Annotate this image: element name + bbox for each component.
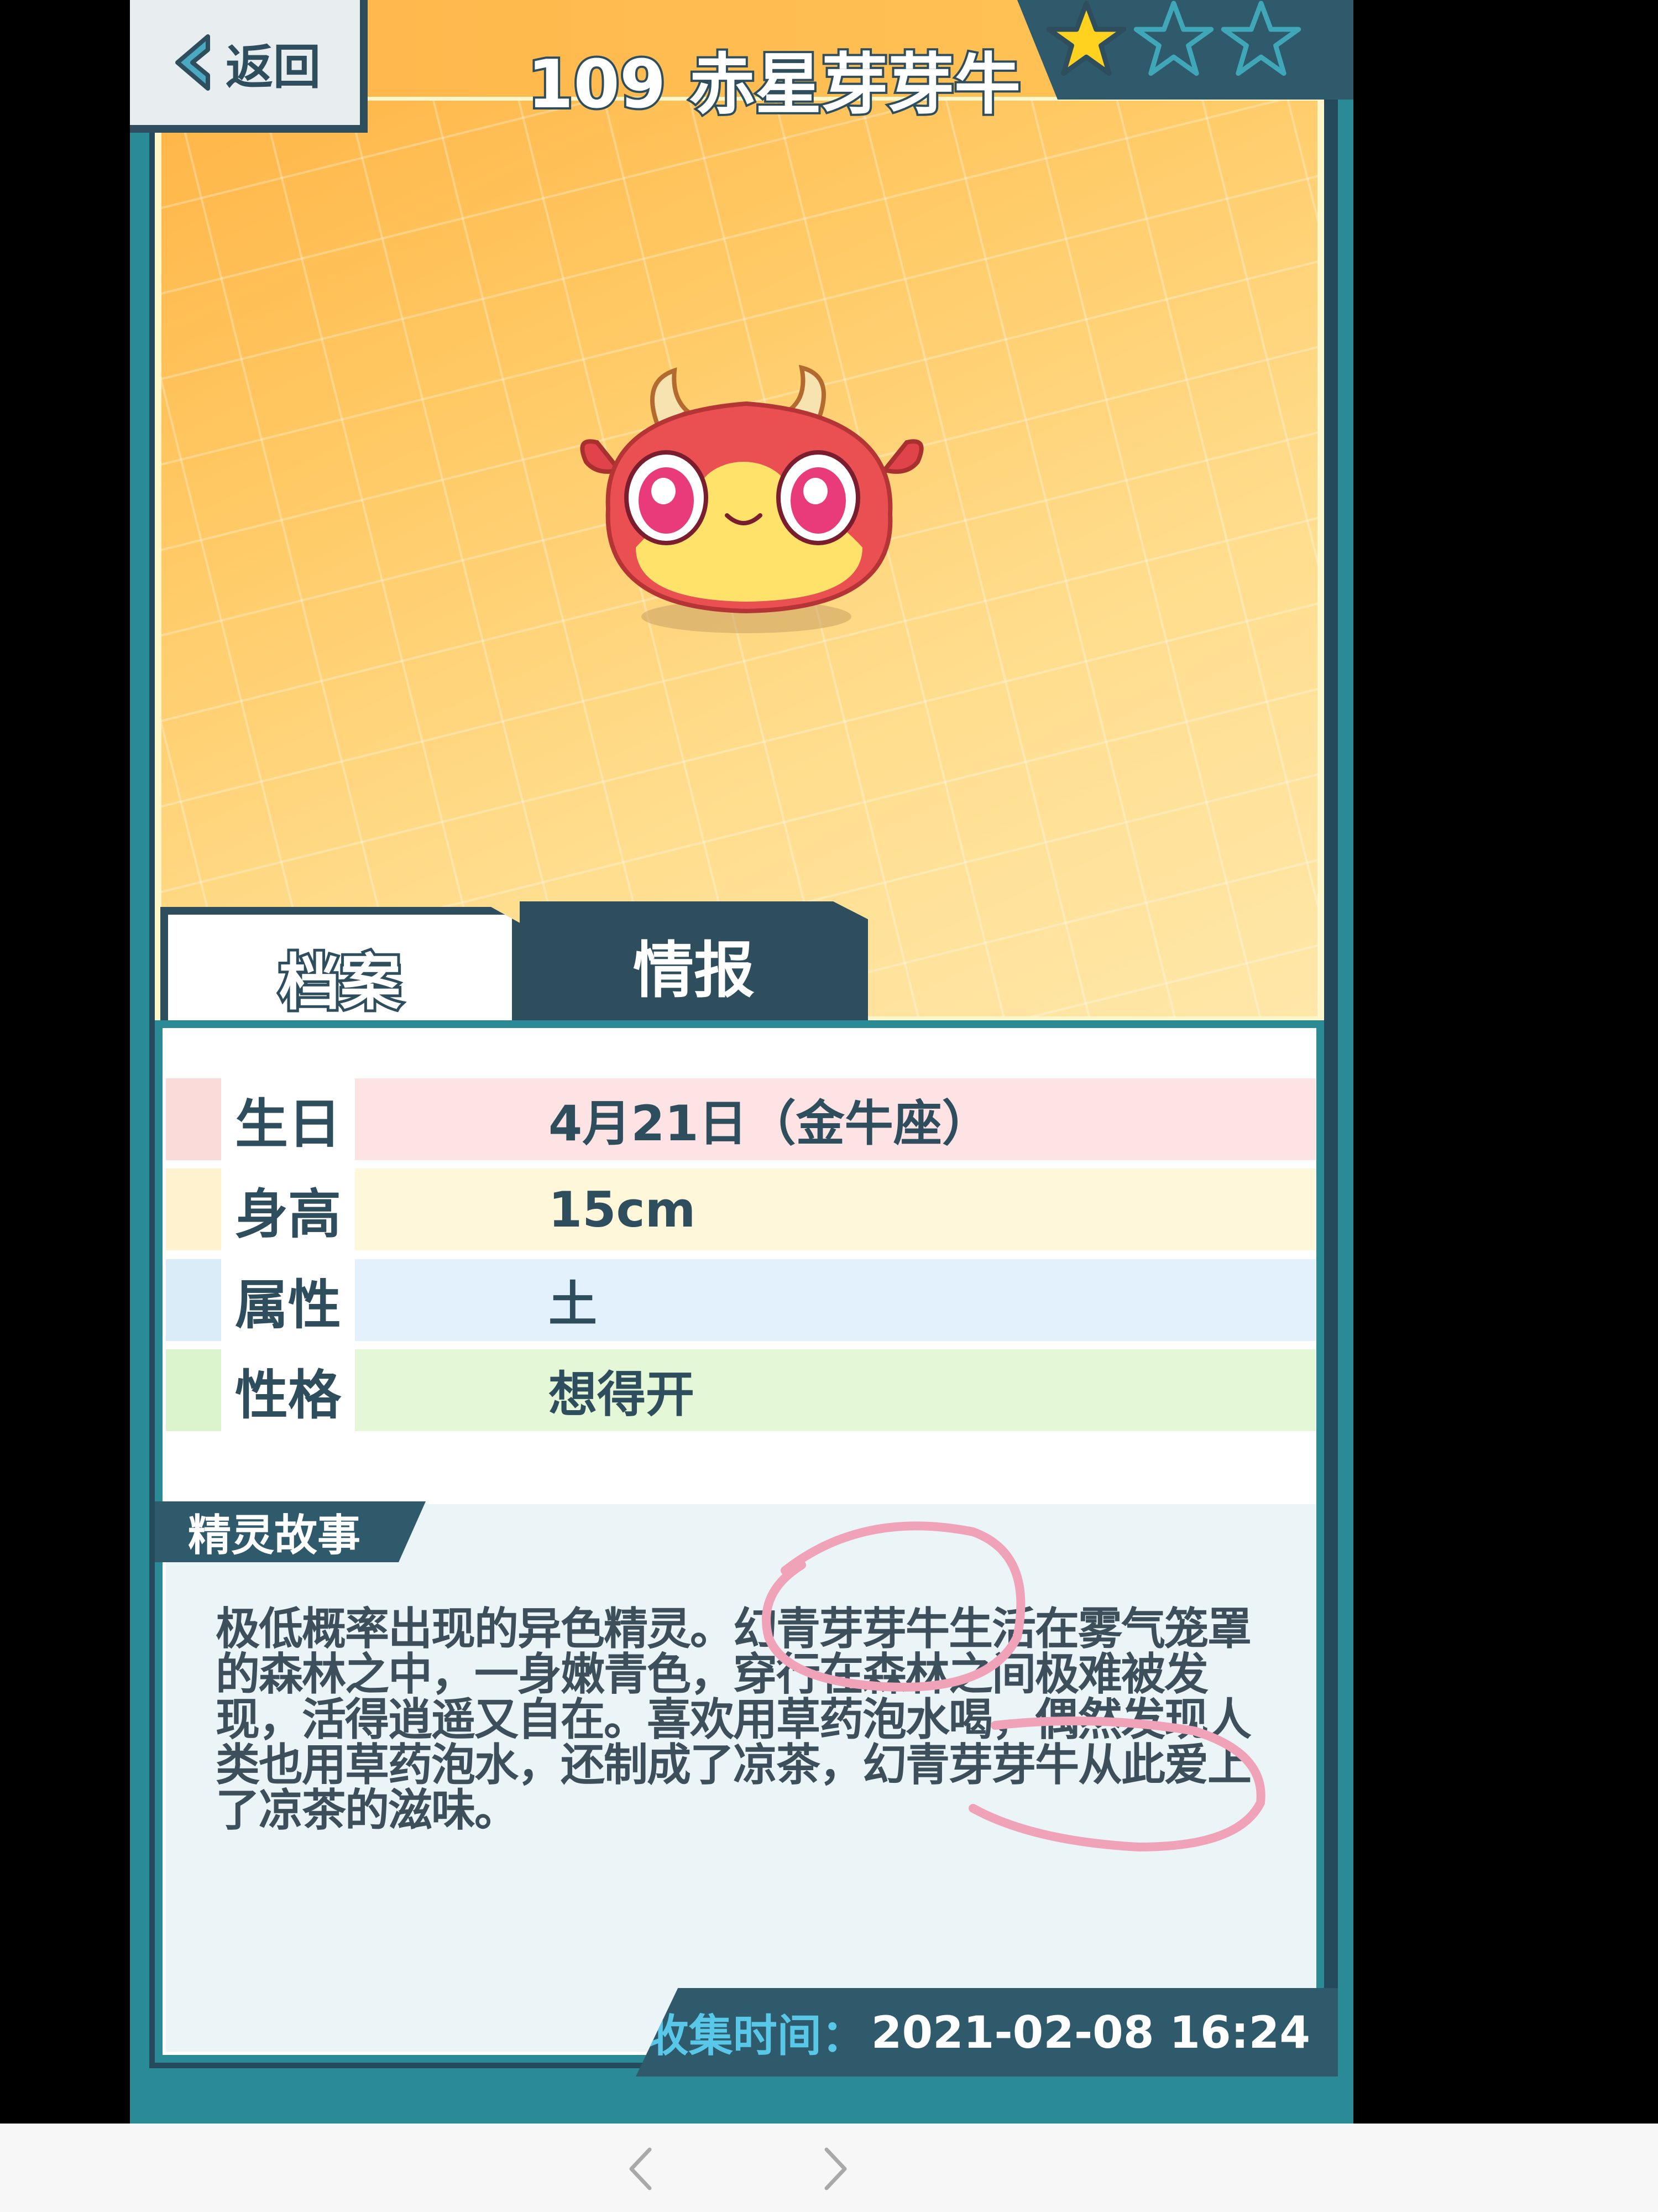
back-button[interactable]: 返回	[130, 0, 368, 133]
row-value: 4月21日（金牛座）	[355, 1078, 1316, 1160]
collect-time-label: 收集时间：	[644, 2010, 866, 2062]
collect-time-bar: 收集时间： 2021-02-08 16:24	[636, 1988, 1338, 2077]
row-value: 15cm	[355, 1168, 1316, 1250]
row-strip	[166, 1078, 221, 1160]
tab-profile-label: 档案	[276, 945, 404, 1021]
creature-illustration	[580, 365, 924, 633]
story-heading-tag: 精灵故事	[155, 1501, 426, 1562]
star-filled-icon	[1046, 1, 1127, 76]
row-strip	[166, 1259, 221, 1341]
row-value: 土	[355, 1259, 1316, 1341]
row-value: 想得开	[355, 1349, 1316, 1431]
star-empty-icon	[1221, 1, 1301, 76]
chevron-left-icon[interactable]	[608, 2136, 674, 2202]
collect-time-value: 2021-02-08 16:24	[871, 2006, 1310, 2058]
tab-info[interactable]: 情报	[520, 901, 868, 1029]
row-key: 生日	[221, 1078, 355, 1160]
row-key: 身高	[221, 1168, 355, 1250]
chevron-right-icon[interactable]	[802, 2136, 868, 2202]
row-height: 身高 15cm	[166, 1168, 1316, 1250]
tab-profile[interactable]: 档案	[160, 907, 520, 1040]
story-text: 极低概率出现的异色精灵。幻青芽芽牛生活在雾气笼罩的森林之中，一身嫩青色，穿行在森…	[216, 1603, 1252, 1836]
story-heading: 精灵故事	[188, 1511, 361, 1561]
back-label: 返回	[226, 39, 321, 95]
row-strip	[166, 1349, 221, 1431]
app-screen: 返回 109 赤星芽芽牛 档案 情报 生日 4月21日（金牛座） 身高 15cm…	[0, 0, 1658, 2212]
row-birthday: 生日 4月21日（金牛座）	[166, 1078, 1316, 1160]
row-attribute: 属性 土	[166, 1259, 1316, 1341]
row-key: 性格	[221, 1349, 355, 1431]
tab-info-label: 情报	[633, 935, 755, 1006]
rarity-stars	[1045, 0, 1305, 77]
back-arrow-icon	[175, 34, 210, 91]
row-key: 属性	[221, 1259, 355, 1341]
star-empty-icon	[1133, 1, 1214, 76]
row-personality: 性格 想得开	[166, 1349, 1316, 1431]
row-strip	[166, 1168, 221, 1250]
